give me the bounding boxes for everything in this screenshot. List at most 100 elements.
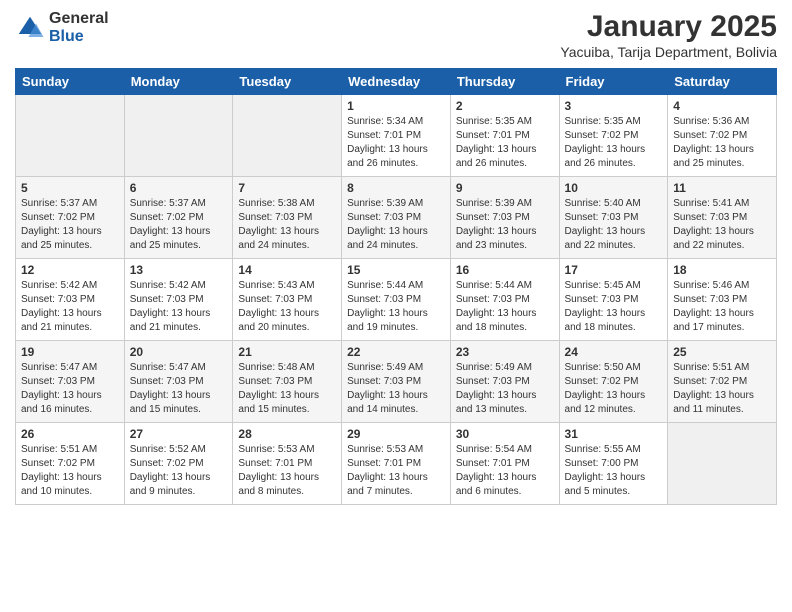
calendar-week-row: 26 Sunrise: 5:51 AM Sunset: 7:02 PM Dayli…	[16, 423, 777, 505]
day-number: 3	[565, 99, 663, 113]
table-row: 23 Sunrise: 5:49 AM Sunset: 7:03 PM Dayli…	[450, 341, 559, 423]
table-row: 10 Sunrise: 5:40 AM Sunset: 7:03 PM Dayli…	[559, 177, 668, 259]
day-info: Sunrise: 5:37 AM Sunset: 7:02 PM Dayligh…	[21, 197, 119, 253]
day-info: Sunrise: 5:51 AM Sunset: 7:02 PM Dayligh…	[673, 361, 771, 417]
day-info: Sunrise: 5:47 AM Sunset: 7:03 PM Dayligh…	[130, 361, 228, 417]
day-number: 17	[565, 263, 663, 277]
day-number: 10	[565, 181, 663, 195]
table-row: 18Sunrise: 5:46 AM Sunset: 7:03 PM Dayli…	[668, 259, 777, 341]
day-info: Sunrise: 5:42 AM Sunset: 7:03 PM Dayligh…	[130, 279, 228, 335]
day-number: 31	[565, 427, 663, 441]
location-subtitle: Yacuiba, Tarija Department, Bolivia	[560, 44, 777, 60]
table-row: 11 Sunrise: 5:41 AM Sunset: 7:03 PM Dayli…	[668, 177, 777, 259]
day-info: Sunrise: 5:35 AM Sunset: 7:02 PM Dayligh…	[565, 115, 663, 171]
day-info: Sunrise: 5:37 AM Sunset: 7:02 PM Dayligh…	[130, 197, 228, 253]
table-row: 7Sunrise: 5:38 AM Sunset: 7:03 PM Daylig…	[233, 177, 342, 259]
table-row: 13Sunrise: 5:42 AM Sunset: 7:03 PM Dayli…	[124, 259, 233, 341]
header-wednesday: Wednesday	[342, 69, 451, 95]
calendar-table: Sunday Monday Tuesday Wednesday Thursday…	[15, 68, 777, 505]
logo-text: General Blue	[49, 10, 109, 45]
table-row: 29 Sunrise: 5:53 AM Sunset: 7:01 PM Dayli…	[342, 423, 451, 505]
table-row	[124, 95, 233, 177]
logo-blue-text: Blue	[49, 28, 109, 46]
table-row: 12Sunrise: 5:42 AM Sunset: 7:03 PM Dayli…	[16, 259, 125, 341]
header-monday: Monday	[124, 69, 233, 95]
table-row: 8 Sunrise: 5:39 AM Sunset: 7:03 PM Daylig…	[342, 177, 451, 259]
day-number: 4	[673, 99, 771, 113]
day-number: 1	[347, 99, 445, 113]
day-info: Sunrise: 5:39 AM Sunset: 7:03 PM Dayligh…	[347, 197, 445, 253]
day-info: Sunrise: 5:44 AM Sunset: 7:03 PM Dayligh…	[456, 279, 554, 335]
table-row	[16, 95, 125, 177]
header-sunday: Sunday	[16, 69, 125, 95]
calendar-week-row: 1 Sunrise: 5:34 AM Sunset: 7:01 PM Daylig…	[16, 95, 777, 177]
header: General Blue January 2025 Yacuiba, Tarij…	[15, 10, 777, 60]
day-number: 12	[21, 263, 119, 277]
table-row: 19Sunrise: 5:47 AM Sunset: 7:03 PM Dayli…	[16, 341, 125, 423]
header-saturday: Saturday	[668, 69, 777, 95]
day-number: 9	[456, 181, 554, 195]
table-row: 30 Sunrise: 5:54 AM Sunset: 7:01 PM Dayli…	[450, 423, 559, 505]
table-row: 14Sunrise: 5:43 AM Sunset: 7:03 PM Dayli…	[233, 259, 342, 341]
month-title: January 2025	[560, 10, 777, 44]
logo-icon	[15, 13, 45, 43]
day-number: 26	[21, 427, 119, 441]
table-row: 21Sunrise: 5:48 AM Sunset: 7:03 PM Dayli…	[233, 341, 342, 423]
table-row: 1 Sunrise: 5:34 AM Sunset: 7:01 PM Daylig…	[342, 95, 451, 177]
day-number: 15	[347, 263, 445, 277]
day-number: 30	[456, 427, 554, 441]
day-info: Sunrise: 5:50 AM Sunset: 7:02 PM Dayligh…	[565, 361, 663, 417]
day-number: 24	[565, 345, 663, 359]
day-number: 11	[673, 181, 771, 195]
day-number: 14	[238, 263, 336, 277]
day-number: 20	[130, 345, 228, 359]
day-number: 18	[673, 263, 771, 277]
day-number: 5	[21, 181, 119, 195]
page: General Blue January 2025 Yacuiba, Tarij…	[0, 0, 792, 612]
day-number: 23	[456, 345, 554, 359]
day-info: Sunrise: 5:51 AM Sunset: 7:02 PM Dayligh…	[21, 443, 119, 499]
day-info: Sunrise: 5:49 AM Sunset: 7:03 PM Dayligh…	[456, 361, 554, 417]
day-info: Sunrise: 5:55 AM Sunset: 7:00 PM Dayligh…	[565, 443, 663, 499]
day-info: Sunrise: 5:52 AM Sunset: 7:02 PM Dayligh…	[130, 443, 228, 499]
day-number: 22	[347, 345, 445, 359]
table-row: 5 Sunrise: 5:37 AM Sunset: 7:02 PM Daylig…	[16, 177, 125, 259]
table-row: 3 Sunrise: 5:35 AM Sunset: 7:02 PM Daylig…	[559, 95, 668, 177]
day-info: Sunrise: 5:34 AM Sunset: 7:01 PM Dayligh…	[347, 115, 445, 171]
calendar-week-row: 12 Sunrise: 5:42 AM Sunset: 7:03 PM Dayli…	[16, 259, 777, 341]
day-info: Sunrise: 5:40 AM Sunset: 7:03 PM Dayligh…	[565, 197, 663, 253]
table-row: 6Sunrise: 5:37 AM Sunset: 7:02 PM Daylig…	[124, 177, 233, 259]
day-info: Sunrise: 5:47 AM Sunset: 7:03 PM Dayligh…	[21, 361, 119, 417]
day-info: Sunrise: 5:49 AM Sunset: 7:03 PM Dayligh…	[347, 361, 445, 417]
day-info: Sunrise: 5:36 AM Sunset: 7:02 PM Dayligh…	[673, 115, 771, 171]
calendar-week-row: 5 Sunrise: 5:37 AM Sunset: 7:02 PM Daylig…	[16, 177, 777, 259]
day-info: Sunrise: 5:44 AM Sunset: 7:03 PM Dayligh…	[347, 279, 445, 335]
day-info: Sunrise: 5:35 AM Sunset: 7:01 PM Dayligh…	[456, 115, 554, 171]
day-info: Sunrise: 5:54 AM Sunset: 7:01 PM Dayligh…	[456, 443, 554, 499]
day-number: 2	[456, 99, 554, 113]
table-row: 24 Sunrise: 5:50 AM Sunset: 7:02 PM Dayli…	[559, 341, 668, 423]
day-number: 7	[238, 181, 336, 195]
day-number: 27	[130, 427, 228, 441]
logo: General Blue	[15, 10, 109, 45]
day-number: 25	[673, 345, 771, 359]
calendar-week-row: 19Sunrise: 5:47 AM Sunset: 7:03 PM Dayli…	[16, 341, 777, 423]
day-info: Sunrise: 5:41 AM Sunset: 7:03 PM Dayligh…	[673, 197, 771, 253]
table-row: 9Sunrise: 5:39 AM Sunset: 7:03 PM Daylig…	[450, 177, 559, 259]
logo-general-text: General	[49, 10, 109, 28]
day-number: 8	[347, 181, 445, 195]
day-info: Sunrise: 5:45 AM Sunset: 7:03 PM Dayligh…	[565, 279, 663, 335]
table-row: 15 Sunrise: 5:44 AM Sunset: 7:03 PM Dayli…	[342, 259, 451, 341]
day-info: Sunrise: 5:48 AM Sunset: 7:03 PM Dayligh…	[238, 361, 336, 417]
day-number: 29	[347, 427, 445, 441]
table-row: 17 Sunrise: 5:45 AM Sunset: 7:03 PM Dayli…	[559, 259, 668, 341]
table-row: 28Sunrise: 5:53 AM Sunset: 7:01 PM Dayli…	[233, 423, 342, 505]
table-row: 2 Sunrise: 5:35 AM Sunset: 7:01 PM Daylig…	[450, 95, 559, 177]
day-info: Sunrise: 5:53 AM Sunset: 7:01 PM Dayligh…	[238, 443, 336, 499]
title-area: January 2025 Yacuiba, Tarija Department,…	[560, 10, 777, 60]
table-row: 22 Sunrise: 5:49 AM Sunset: 7:03 PM Dayli…	[342, 341, 451, 423]
header-tuesday: Tuesday	[233, 69, 342, 95]
day-info: Sunrise: 5:53 AM Sunset: 7:01 PM Dayligh…	[347, 443, 445, 499]
calendar-header-row: Sunday Monday Tuesday Wednesday Thursday…	[16, 69, 777, 95]
day-number: 16	[456, 263, 554, 277]
